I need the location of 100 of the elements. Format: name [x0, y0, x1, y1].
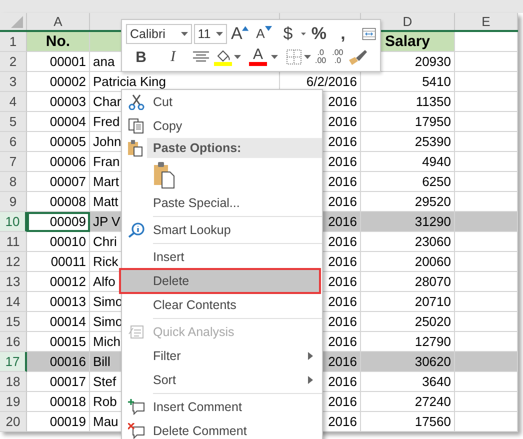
format-painter-icon[interactable]	[347, 48, 370, 66]
table-cell: 17950	[361, 112, 455, 132]
table-cell: 00001	[27, 52, 90, 72]
row-header[interactable]: 18	[0, 372, 27, 392]
table-cell: 00013	[27, 292, 90, 312]
row-header[interactable]: 13	[0, 272, 27, 292]
table-cell: 3640	[361, 372, 455, 392]
row-header[interactable]: 8	[0, 172, 27, 192]
table-cell: 00003	[27, 92, 90, 112]
table-cell	[455, 392, 518, 412]
table-cell: 31290	[361, 212, 455, 232]
format-button[interactable]: %	[308, 24, 330, 44]
table-cell: 6250	[361, 172, 455, 192]
table-cell: 17560	[361, 412, 455, 432]
row-header[interactable]: 19	[0, 392, 27, 412]
table-cell: 27240	[361, 392, 455, 412]
table-cell: 00002	[27, 72, 90, 92]
submenu-arrow-icon	[308, 376, 313, 384]
row-header[interactable]: 16	[0, 332, 27, 352]
table-cell: 25390	[361, 132, 455, 152]
table-cell: 00006	[27, 152, 90, 172]
row-header[interactable]: 9	[0, 192, 27, 212]
table-cell	[455, 372, 518, 392]
submenu-arrow-icon	[308, 352, 313, 360]
menu-item[interactable]: Delete	[120, 269, 320, 293]
row-header[interactable]: 11	[0, 232, 27, 252]
table-cell: 20710	[361, 292, 455, 312]
table-cell: 30620	[361, 352, 455, 372]
table-cell: 28070	[361, 272, 455, 292]
table-cell	[455, 272, 518, 292]
column-header[interactable]: A	[27, 13, 90, 30]
row-header[interactable]: 17	[0, 352, 27, 372]
shrink-font-button[interactable]: A	[253, 24, 276, 44]
table-cell: 00009	[27, 212, 90, 232]
row-header[interactable]: 14	[0, 292, 27, 312]
currency-button[interactable]: $	[277, 24, 300, 44]
table-cell: 00005	[27, 132, 90, 152]
table-cell: 25020	[361, 312, 455, 332]
triangle-icon	[264, 26, 272, 31]
column-heading: No.	[27, 32, 90, 52]
caret-icon[interactable]	[304, 55, 311, 60]
table-cell: 4940	[361, 152, 455, 172]
row-header[interactable]: 7	[0, 152, 27, 172]
triangle-icon	[242, 26, 250, 31]
row-header[interactable]: 12	[0, 252, 27, 272]
table-cell	[455, 32, 518, 52]
table-cell: 00007	[27, 172, 90, 192]
table-cell	[455, 132, 518, 152]
table-cell: 00011	[27, 252, 90, 272]
row-header[interactable]: 5	[0, 112, 27, 132]
format-button[interactable]: ,	[332, 24, 354, 44]
align-center-icon[interactable]	[193, 51, 209, 64]
scissors-icon	[128, 94, 145, 110]
table-cell: 23060	[361, 232, 455, 252]
table-cell	[455, 112, 518, 132]
comment-add-icon	[128, 399, 145, 415]
row-header[interactable]: 6	[0, 132, 27, 152]
table-cell	[455, 352, 518, 372]
row-header[interactable]: 3	[0, 72, 27, 92]
table-cell	[455, 152, 518, 172]
table-cell	[455, 52, 518, 72]
column-header[interactable]: E	[455, 13, 518, 30]
table-cell	[455, 312, 518, 332]
font-size-dropdown[interactable]: 11	[194, 24, 228, 44]
table-cell: 11350	[361, 92, 455, 112]
search-icon	[128, 222, 145, 238]
table-cell: 00018	[27, 392, 90, 412]
table-cell: 00010	[27, 232, 90, 252]
table-cell	[455, 92, 518, 112]
row-header[interactable]: 4	[0, 92, 27, 112]
table-cell	[455, 252, 518, 272]
fill-color-icon[interactable]	[214, 48, 232, 66]
table-cell	[455, 412, 518, 432]
table-cell	[455, 232, 518, 252]
increase-decimal-button[interactable]: .0 .00	[313, 47, 328, 68]
table-cell: 00012	[27, 272, 90, 292]
table-cell: 00017	[27, 372, 90, 392]
grow-font-button[interactable]: A	[229, 24, 252, 44]
caret-icon[interactable]	[271, 55, 278, 60]
decrease-decimal-button[interactable]: .00 .0	[330, 47, 346, 68]
paste-icon[interactable]	[153, 160, 175, 188]
table-cell	[455, 292, 518, 312]
table-cell	[455, 72, 518, 92]
table-cell: 00004	[27, 112, 90, 132]
row-header[interactable]: 1	[0, 32, 27, 52]
table-cell: 00014	[27, 312, 90, 332]
row-header[interactable]: 2	[0, 52, 27, 72]
table-cell: 00019	[27, 412, 90, 432]
caret-icon[interactable]	[234, 55, 241, 60]
clipboard-icon	[127, 139, 143, 157]
row-header[interactable]: 20	[0, 412, 27, 432]
row-header[interactable]: 15	[0, 312, 27, 332]
table-cell: 00016	[27, 352, 90, 372]
table-cell	[455, 212, 518, 232]
table-cell	[455, 172, 518, 192]
table-cell: 20060	[361, 252, 455, 272]
borders-icon[interactable]	[286, 49, 302, 66]
font-name-dropdown[interactable]: Calibri	[126, 24, 192, 44]
row-header[interactable]: 10	[0, 212, 27, 232]
quick-analysis-icon	[128, 324, 145, 340]
